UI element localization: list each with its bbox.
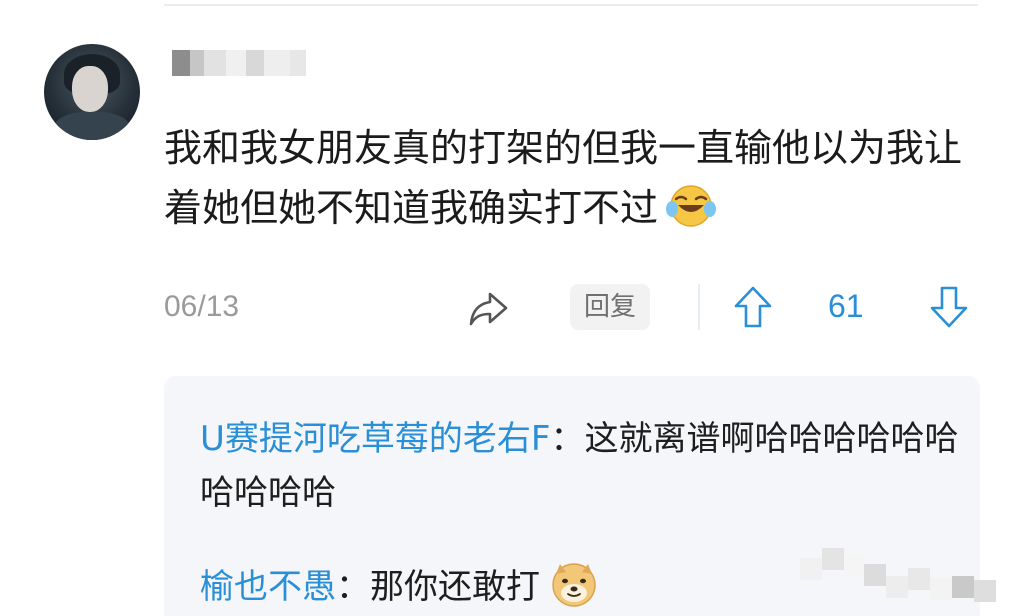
vote-count: 61: [828, 288, 864, 324]
comment-text: 我和我女朋友真的打架的但我一直输他以为我让着她但她不知道我确实打不过: [164, 126, 963, 230]
reply-separator: ：: [550, 419, 585, 459]
vote-divider: [698, 284, 700, 330]
reply-item[interactable]: U赛提河吃草莓的老右F：这就离谱啊哈哈哈哈哈哈哈哈哈哈: [200, 412, 960, 520]
reply-button[interactable]: 回复: [570, 284, 650, 330]
comment-thread: 我和我女朋友真的打架的但我一直输他以为我让着她但她不知道我确实打不过 06/13…: [0, 0, 1024, 616]
reply-author[interactable]: U赛提河吃草莓的老右F: [200, 419, 550, 459]
share-icon[interactable]: [466, 286, 512, 330]
doge-emoji-icon: [552, 563, 596, 607]
downvote-arrow-icon[interactable]: [928, 284, 970, 330]
reply-separator: ：: [336, 567, 370, 607]
avatar-face: [72, 66, 108, 112]
reply-author[interactable]: 榆也不愚: [200, 567, 336, 607]
laughing-crying-emoji-icon: [666, 185, 717, 227]
avatar[interactable]: [44, 44, 140, 140]
upvote-arrow-icon[interactable]: [732, 284, 774, 330]
comment-date: 06/13: [164, 290, 240, 323]
comment-meta-row: 06/13 回复 61: [164, 280, 984, 336]
username-blurred[interactable]: [172, 50, 322, 76]
comment-body: 我和我女朋友真的打架的但我一直输他以为我让着她但她不知道我确实打不过: [164, 118, 984, 238]
watermark-mosaic: [800, 548, 996, 602]
avatar-body: [54, 112, 130, 140]
reply-text: 那你还敢打: [370, 567, 540, 607]
top-divider: [164, 4, 978, 6]
